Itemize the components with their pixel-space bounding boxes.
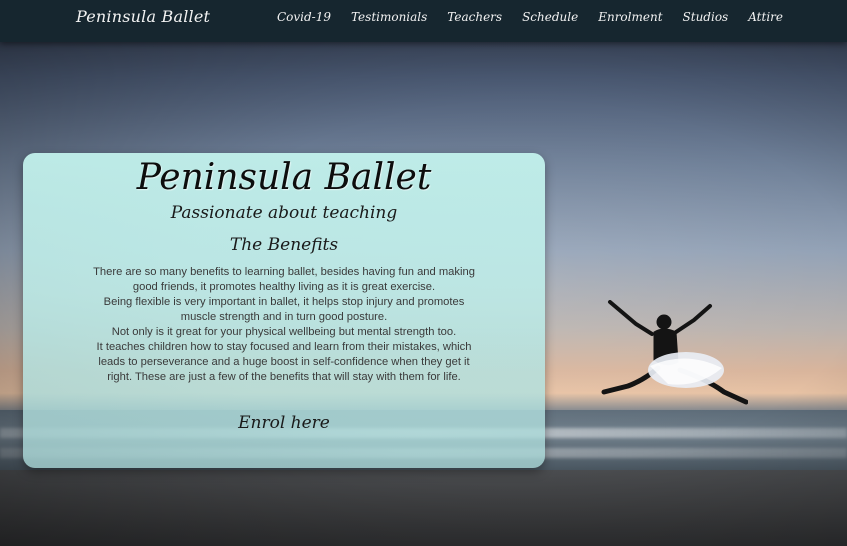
benefits-paragraph: Being flexible is very important in ball… bbox=[103, 296, 465, 323]
top-navbar: Peninsula Ballet Covid-19 Testimonials T… bbox=[0, 0, 847, 42]
benefits-heading: The Benefits bbox=[229, 235, 339, 255]
nav-link-covid-19[interactable]: Covid-19 bbox=[277, 10, 331, 24]
nav-links: Covid-19 Testimonials Teachers Schedule … bbox=[277, 10, 783, 24]
benefits-text: There are so many benefits to learning b… bbox=[85, 265, 483, 385]
nav-link-enrolment[interactable]: Enrolment bbox=[598, 10, 662, 24]
nav-link-attire[interactable]: Attire bbox=[748, 10, 783, 24]
nav-link-schedule[interactable]: Schedule bbox=[522, 10, 578, 24]
benefits-paragraph: Not only is it great for your physical w… bbox=[111, 326, 457, 338]
enrol-here-link[interactable]: Enrol here bbox=[23, 413, 545, 433]
nav-link-teachers[interactable]: Teachers bbox=[447, 10, 502, 24]
nav-link-studios[interactable]: Studios bbox=[683, 10, 729, 24]
benefits-paragraph: There are so many benefits to learning b… bbox=[93, 266, 475, 293]
page-title: Peninsula Ballet bbox=[136, 157, 432, 198]
benefits-paragraph: It teaches children how to stay focused … bbox=[96, 341, 472, 383]
ballerina-silhouette bbox=[601, 300, 748, 405]
nav-link-testimonials[interactable]: Testimonials bbox=[351, 10, 427, 24]
benefits-panel: Peninsula Ballet Passionate about teachi… bbox=[23, 153, 545, 468]
tagline: Passionate about teaching bbox=[170, 203, 398, 223]
brand-logo-link[interactable]: Peninsula Ballet bbox=[76, 7, 210, 26]
